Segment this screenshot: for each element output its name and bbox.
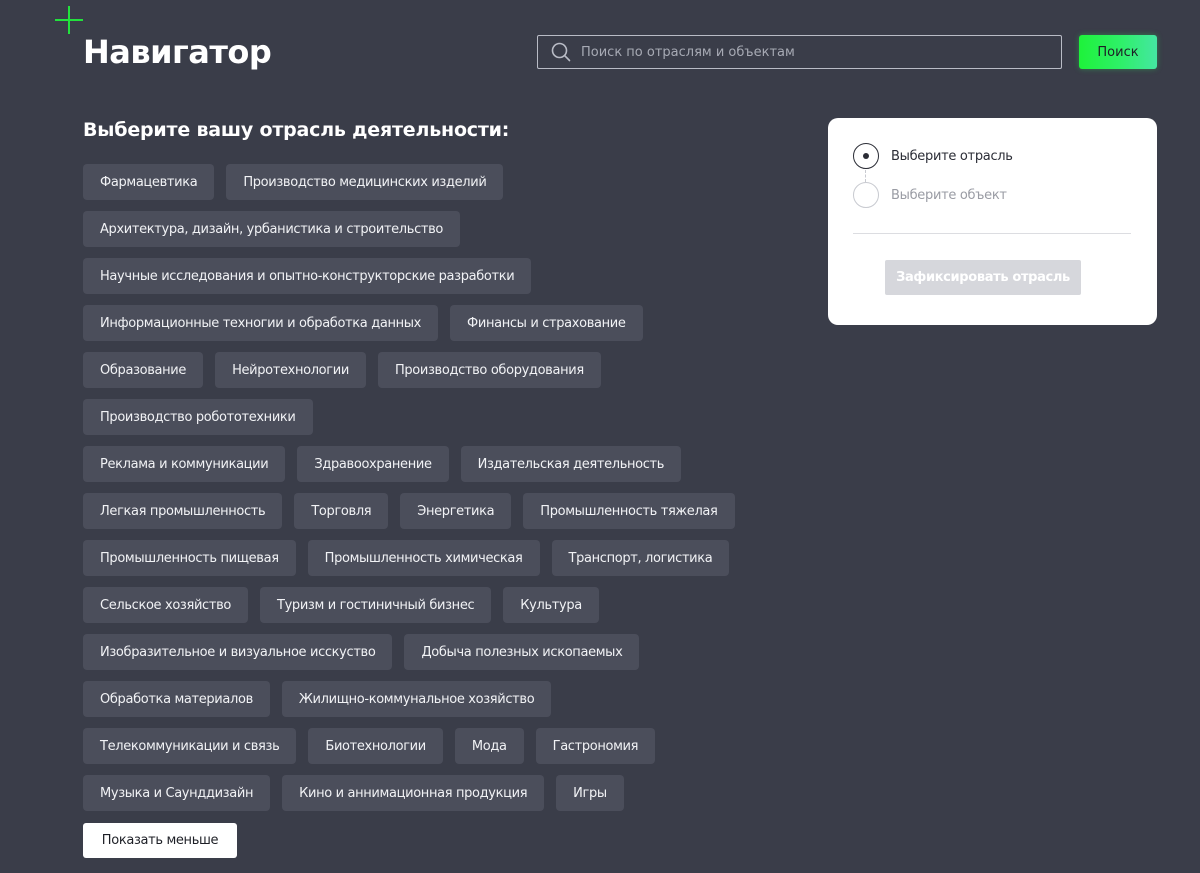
industry-chip[interactable]: Архитектура, дизайн, урбанистика и строи… (83, 211, 461, 247)
industry-chip[interactable]: Фармацевтика (83, 164, 215, 200)
page-title: Навигатор (83, 33, 272, 71)
chip-row: Архитектура, дизайн, урбанистика и строи… (83, 211, 763, 247)
plus-icon (55, 6, 83, 34)
industry-chip[interactable]: Научные исследования и опытно-конструкто… (83, 258, 532, 294)
industry-chip[interactable]: Образование (83, 352, 204, 388)
industry-chip[interactable]: Информационные техногии и обработка данн… (83, 305, 439, 341)
step-select-industry[interactable]: Выберите отрасль (853, 143, 1013, 169)
industry-chip[interactable]: Культура (503, 587, 599, 623)
chip-row: Сельское хозяйство Туризм и гостиничный б… (83, 587, 763, 623)
industry-chip[interactable]: Промышленность пищевая (83, 540, 296, 576)
industry-chip[interactable]: Добыча полезных ископаемых (404, 634, 640, 670)
industry-chip[interactable]: Музыка и Саунддизайн (83, 775, 271, 811)
steps-card: Выберите отрасль Выберите объект Зафикси… (828, 118, 1157, 325)
industry-chip[interactable]: Издательская деятельность (460, 446, 682, 482)
chip-row: Легкая промышленность Торговля Энергетика П… (83, 493, 763, 529)
step-radio-inactive[interactable] (853, 182, 879, 208)
industry-chip[interactable]: Энергетика (400, 493, 512, 529)
industry-chip[interactable]: Реклама и коммуникации (83, 446, 286, 482)
chip-row: Промышленность пищевая Промышленность хим… (83, 540, 763, 576)
industry-chip[interactable]: Сельское хозяйство (83, 587, 248, 623)
step-select-object[interactable]: Выберите объект (853, 182, 1007, 208)
chip-row: Информационные техногии и обработка данн… (83, 305, 763, 341)
industry-chip[interactable]: Производство оборудования (377, 352, 601, 388)
search-icon (551, 42, 571, 62)
industry-chip[interactable]: Промышленность тяжелая (523, 493, 735, 529)
industry-chip[interactable]: Гастрономия (535, 728, 656, 764)
industry-chip[interactable]: Изобразительное и визуальное исскуство (83, 634, 393, 670)
industry-heading: Выберите вашу отрасль деятельности: (83, 119, 510, 141)
chip-row: Музыка и Саунддизайн Кино и аннимационная… (83, 775, 763, 811)
industry-chip[interactable]: Здравоохранение (297, 446, 449, 482)
chip-row: Образование Нейротехнологии Производство о… (83, 352, 763, 388)
show-less-button[interactable]: Показать меньше (83, 823, 237, 858)
step-connector (865, 170, 866, 182)
chip-row: Телекоммуникации и связь Биотехнологии Мод… (83, 728, 763, 764)
industry-chip[interactable]: Обработка материалов (83, 681, 270, 717)
chip-row: Реклама и коммуникации Здравоохранение Изд… (83, 446, 763, 482)
chip-row: Фармацевтика Производство медицинских изд… (83, 164, 763, 200)
industry-chip[interactable]: Туризм и гостиничный бизнес (260, 587, 492, 623)
industry-chip[interactable]: Кино и аннимационная продукция (282, 775, 545, 811)
chip-row: Изобразительное и визуальное исскуство До… (83, 634, 763, 670)
industry-chip[interactable]: Жилищно-коммунальное хозяйство (281, 681, 552, 717)
industry-chip[interactable]: Торговля (294, 493, 389, 529)
industry-chip[interactable]: Телекоммуникации и связь (83, 728, 297, 764)
industry-chip[interactable]: Транспорт, логистика (551, 540, 730, 576)
fix-industry-button[interactable]: Зафиксировать отрасль (885, 260, 1081, 295)
industry-chip[interactable]: Игры (556, 775, 624, 811)
industry-chip[interactable]: Биотехнологии (308, 728, 443, 764)
search-button[interactable]: Поиск (1079, 35, 1157, 69)
industry-chip[interactable]: Легкая промышленность (83, 493, 283, 529)
navigator-page: Навигатор Поиск Выберите вашу отрасль де… (0, 0, 1200, 873)
search-box[interactable] (537, 35, 1062, 69)
step-radio-active[interactable] (853, 143, 879, 169)
industry-chip[interactable]: Мода (454, 728, 524, 764)
industry-chip[interactable]: Промышленность химическая (307, 540, 540, 576)
step-label: Выберите отрасль (891, 148, 1013, 164)
step-label: Выберите объект (891, 187, 1007, 203)
chip-row: Производство робототехники (83, 399, 763, 435)
chip-row: Научные исследования и опытно-конструкто… (83, 258, 763, 294)
card-divider (853, 233, 1131, 234)
industry-chip[interactable]: Производство робототехники (83, 399, 313, 435)
industry-list: Фармацевтика Производство медицинских изд… (83, 164, 763, 822)
industry-chip[interactable]: Производство медицинских изделий (226, 164, 504, 200)
chip-row: Обработка материалов Жилищно-коммунальное… (83, 681, 763, 717)
search-input[interactable] (581, 36, 1061, 68)
industry-chip[interactable]: Нейротехнологии (215, 352, 366, 388)
industry-chip[interactable]: Финансы и страхование (450, 305, 643, 341)
